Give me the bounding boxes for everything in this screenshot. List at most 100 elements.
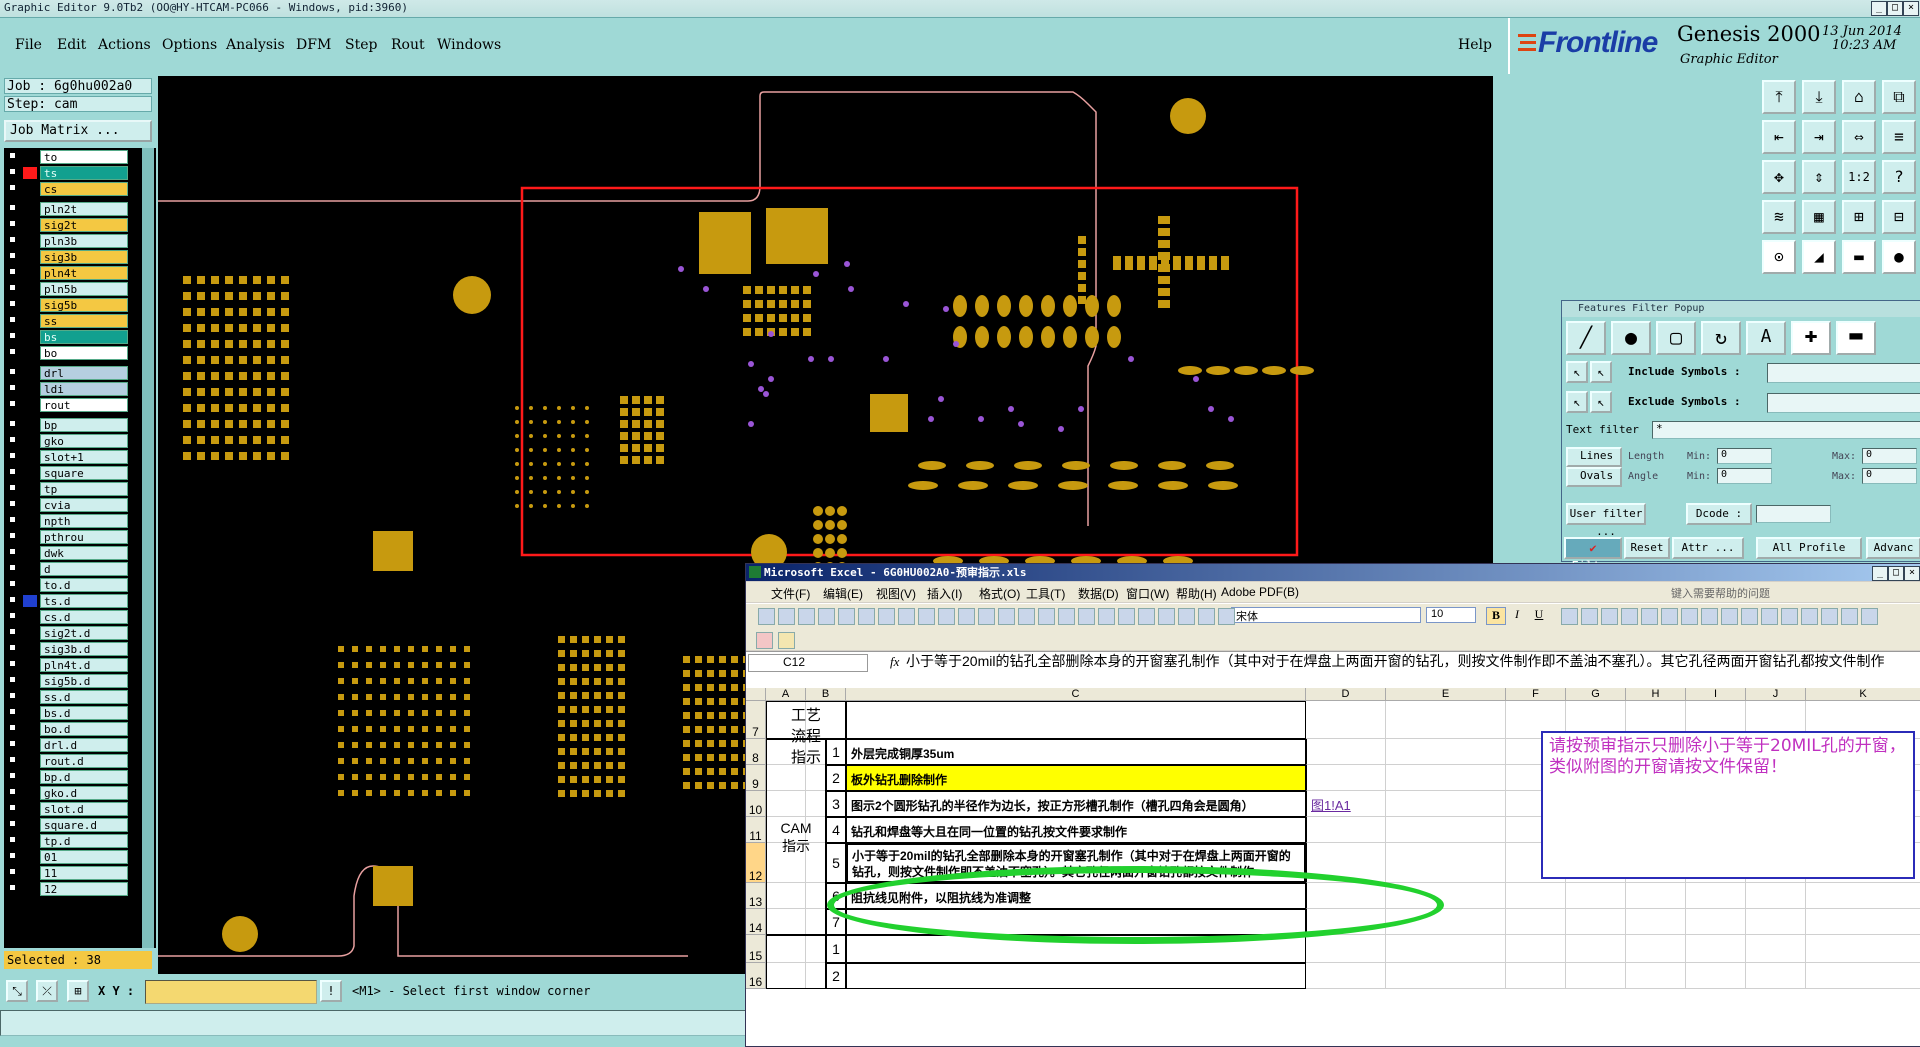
excel-close-button[interactable]: × [1904,566,1920,581]
pan-left-icon[interactable]: ⇤ [1762,120,1796,154]
layer-work-marker[interactable] [23,151,37,163]
negative-polarity-icon[interactable]: ▬ [1836,321,1876,355]
layer-row[interactable]: cs.d [6,610,128,624]
grid-icon[interactable]: ▦ [1802,200,1836,234]
item-text[interactable]: 图示2个圆形钻孔的半径作为边长，按正方形槽孔制作（槽孔四角会是圆角） [846,791,1306,817]
layer-checkbox[interactable] [8,659,19,670]
move-icon[interactable]: ✥ [1762,160,1796,194]
layer-checkbox[interactable] [8,547,19,558]
grid-cell[interactable] [1746,909,1806,935]
ovals-toggle[interactable]: Ovals [1566,467,1622,487]
column-header[interactable]: B [806,688,846,701]
format-button-icon[interactable] [1861,608,1878,625]
exclude-symbols-input[interactable] [1767,393,1920,413]
toolbar-button-icon[interactable] [778,608,795,625]
grid-cell[interactable] [1386,765,1506,791]
route-icon[interactable]: ≋ [1762,200,1796,234]
layer-checkbox[interactable] [8,771,19,782]
toolbar-button-icon[interactable] [1218,608,1235,625]
toolbar-button-icon[interactable] [858,608,875,625]
grid-cell[interactable] [1686,963,1746,989]
layer-row[interactable]: sig2t [6,218,128,232]
layer-row[interactable]: pln4t [6,266,128,280]
cross-tool-icon[interactable]: ⤫ [36,980,58,1002]
format-button-icon[interactable] [1681,608,1698,625]
layer-checkbox[interactable] [8,579,19,590]
layer-name[interactable]: square [40,466,128,480]
layer-row[interactable]: bs.d [6,706,128,720]
grid-cell[interactable] [1806,935,1920,963]
layer-name[interactable]: 11 [40,866,128,880]
format-button-icon[interactable] [1701,608,1718,625]
layer-name[interactable]: bp [40,418,128,432]
snap-b-icon[interactable]: ⊟ [1882,200,1916,234]
layer-row[interactable]: rout.d [6,754,128,768]
reset-button[interactable]: Reset [1624,537,1670,559]
name-box[interactable]: C12 [748,654,868,672]
column-header[interactable]: K [1806,688,1920,701]
layer-name[interactable]: pln5b [40,282,128,296]
close-button[interactable]: × [1903,1,1919,16]
grid-tool-icon[interactable]: ⊞ [67,980,89,1002]
layer-row[interactable]: gko.d [6,786,128,800]
layer-checkbox[interactable] [8,267,19,278]
user-filter-button[interactable]: User filter ... [1566,503,1646,538]
toolbar-button-icon[interactable] [798,608,815,625]
toolbar-button-icon[interactable] [1018,608,1035,625]
layer-work-marker[interactable] [23,595,37,607]
layer-name[interactable]: 01 [40,850,128,864]
layer-row[interactable]: tp.d [6,834,128,848]
row-header[interactable]: 15 [746,935,766,963]
snap-a-icon[interactable]: ⊞ [1842,200,1876,234]
layer-checkbox[interactable] [8,203,19,214]
row-header[interactable]: 16 [746,963,766,989]
layer-row[interactable]: 01 [6,850,128,864]
layer-checkbox[interactable] [8,235,19,246]
layer-checkbox[interactable] [8,515,19,526]
layer-checkbox[interactable] [8,867,19,878]
grid-cell[interactable] [1566,883,1626,909]
column-header[interactable]: I [1686,688,1746,701]
grid-cell[interactable] [1506,935,1566,963]
layer-name[interactable]: bs [40,330,128,344]
include-arrow2-icon[interactable]: ↖ [1590,361,1612,383]
angle-max-input[interactable]: 0 [1862,468,1917,484]
grid-cell[interactable] [1626,963,1686,989]
grid-cell[interactable] [1566,963,1626,989]
item-text[interactable]: 钻孔和焊盘等大且在同一位置的钻孔按文件要求制作 [846,817,1306,843]
grid-cell[interactable] [1746,963,1806,989]
layer-row[interactable]: sig3b.d [6,642,128,656]
grid-cell[interactable] [1566,935,1626,963]
layer-checkbox[interactable] [8,167,19,178]
layer-row[interactable]: sig3b [6,250,128,264]
layer-row[interactable]: slot.d [6,802,128,816]
layer-name[interactable]: pln2t [40,202,128,216]
grid-cell[interactable] [1806,963,1920,989]
grid-cell[interactable] [1386,843,1506,883]
advanced-button[interactable]: Advanc [1866,537,1920,559]
select-all-corner[interactable] [746,688,766,701]
layer-row[interactable]: bp.d [6,770,128,784]
excel-menu-item[interactable]: 插入(I) [927,585,962,602]
layer-name[interactable]: bs.d [40,706,128,720]
excel-menu-item[interactable]: 帮助(H) [1176,585,1217,602]
excel-minimize-button[interactable]: _ [1872,566,1888,581]
layer-checkbox[interactable] [8,451,19,462]
grid-cell[interactable] [1386,791,1506,817]
grid-cell[interactable] [1746,883,1806,909]
layer-row[interactable]: sig5b [6,298,128,312]
layer-checkbox[interactable] [8,383,19,394]
symbol-icon[interactable]: ⊙ [1762,240,1796,274]
menu-step[interactable]: Step [345,37,377,53]
layer-row[interactable]: cs [6,182,128,196]
scale-icon[interactable]: 1:2 [1842,160,1876,194]
all-profile-dropdown[interactable]: All Profile [1756,537,1862,559]
layer-row[interactable]: ss.d [6,690,128,704]
layer-work-marker[interactable] [23,563,37,575]
menu-analysis[interactable]: Analysis [226,37,285,53]
layer-row[interactable]: to [6,150,128,164]
layer-name[interactable]: square.d [40,818,128,832]
layer-work-marker[interactable] [23,723,37,735]
layer-name[interactable]: tp [40,482,128,496]
layer-work-marker[interactable] [23,547,37,559]
